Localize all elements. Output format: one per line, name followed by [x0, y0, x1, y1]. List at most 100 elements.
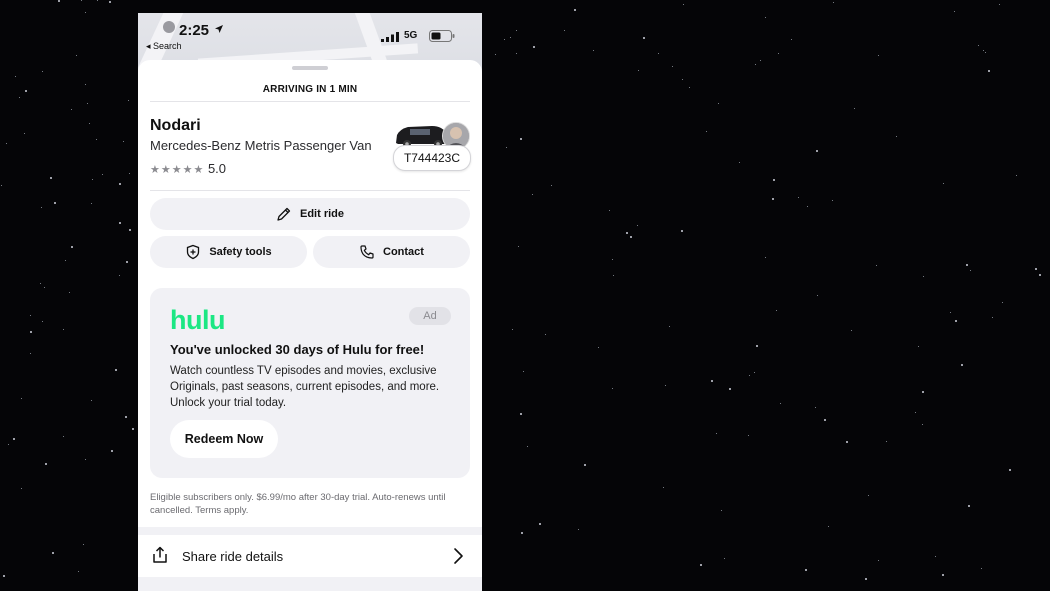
star: [612, 259, 613, 260]
star: [506, 147, 507, 148]
cellular-signal-icon: [381, 32, 399, 42]
star: [598, 347, 599, 348]
shield-icon: [187, 244, 200, 260]
star: [132, 428, 134, 430]
star: [626, 232, 628, 234]
star: [992, 317, 993, 318]
star: [545, 334, 546, 335]
star: [1009, 469, 1011, 471]
star: [943, 183, 944, 184]
star: [76, 55, 77, 56]
star: [518, 246, 519, 247]
star: [584, 464, 586, 466]
star: [50, 177, 52, 179]
star: [876, 265, 877, 266]
star: [516, 53, 517, 54]
star: [815, 407, 816, 408]
driver-name: Nodari: [150, 117, 201, 134]
star: [520, 138, 522, 140]
edit-ride-button[interactable]: Edit ride: [150, 198, 470, 230]
star: [65, 260, 66, 261]
star: [807, 206, 808, 207]
star: [123, 141, 124, 142]
contact-label: Contact: [383, 246, 424, 258]
section-separator: [138, 577, 482, 591]
ad-badge: Ad: [409, 307, 451, 325]
status-time: 2:25: [179, 22, 210, 39]
star: [111, 450, 113, 452]
star: [612, 388, 613, 389]
star: [119, 222, 121, 224]
star: [961, 364, 963, 366]
star: [689, 87, 690, 88]
share-ride-details-row[interactable]: Share ride details: [138, 535, 482, 577]
star: [999, 4, 1000, 5]
ad-disclaimer: Eligible subscribers only. $6.99/mo afte…: [150, 492, 446, 516]
rating-stars-icon: ★★★★★: [150, 164, 205, 176]
star: [41, 207, 42, 208]
star: [516, 30, 517, 31]
star: [532, 194, 533, 195]
arrival-status: ARRIVING IN 1 MIN: [262, 84, 358, 95]
star: [126, 261, 128, 263]
star: [85, 12, 86, 13]
star: [13, 438, 15, 440]
star: [71, 109, 72, 110]
star: [638, 70, 639, 71]
star: [922, 424, 923, 425]
network-type: 5G: [404, 30, 418, 41]
star: [19, 97, 20, 98]
safety-tools-label: Safety tools: [209, 246, 272, 258]
star: [91, 203, 92, 204]
star: [663, 487, 664, 488]
star: [865, 578, 867, 580]
star: [129, 173, 130, 174]
safety-tools-button[interactable]: Safety tools: [150, 236, 307, 268]
star: [954, 11, 955, 12]
star: [854, 108, 855, 109]
star: [30, 331, 32, 333]
section-separator: [138, 527, 482, 535]
star: [1016, 175, 1017, 176]
star: [578, 529, 579, 530]
share-ride-details-label: Share ride details: [182, 549, 284, 564]
sheet-drag-handle[interactable]: [292, 66, 328, 70]
star: [609, 210, 610, 211]
star: [495, 54, 496, 55]
star: [102, 174, 103, 175]
star: [71, 246, 73, 248]
star: [69, 292, 70, 293]
star: [54, 202, 56, 204]
rating-value: 5.0: [207, 161, 227, 176]
star: [658, 53, 659, 54]
star: [665, 385, 666, 386]
star: [539, 523, 541, 525]
star: [683, 4, 684, 5]
star: [44, 287, 45, 288]
redeem-now-button[interactable]: Redeem Now: [170, 420, 278, 458]
star: [83, 544, 84, 545]
hulu-ad-card[interactable]: hulu Ad You've unlocked 30 days of Hulu …: [150, 288, 470, 478]
contact-button[interactable]: Contact: [313, 236, 470, 268]
star: [706, 131, 707, 132]
star: [780, 403, 781, 404]
back-to-search-link[interactable]: ◂ Search: [146, 41, 182, 52]
star: [718, 103, 719, 104]
star: [96, 139, 97, 140]
star: [851, 330, 852, 331]
star: [85, 459, 86, 460]
star: [78, 571, 79, 572]
star: [564, 30, 565, 31]
star: [669, 326, 670, 327]
share-icon: [153, 546, 167, 563]
star: [760, 60, 761, 61]
star: [886, 441, 887, 442]
star: [798, 197, 799, 198]
star: [637, 225, 638, 226]
star: [42, 71, 43, 72]
star: [817, 295, 818, 296]
star: [729, 388, 731, 390]
star: [832, 200, 833, 201]
star: [983, 50, 984, 51]
star: [896, 136, 897, 137]
